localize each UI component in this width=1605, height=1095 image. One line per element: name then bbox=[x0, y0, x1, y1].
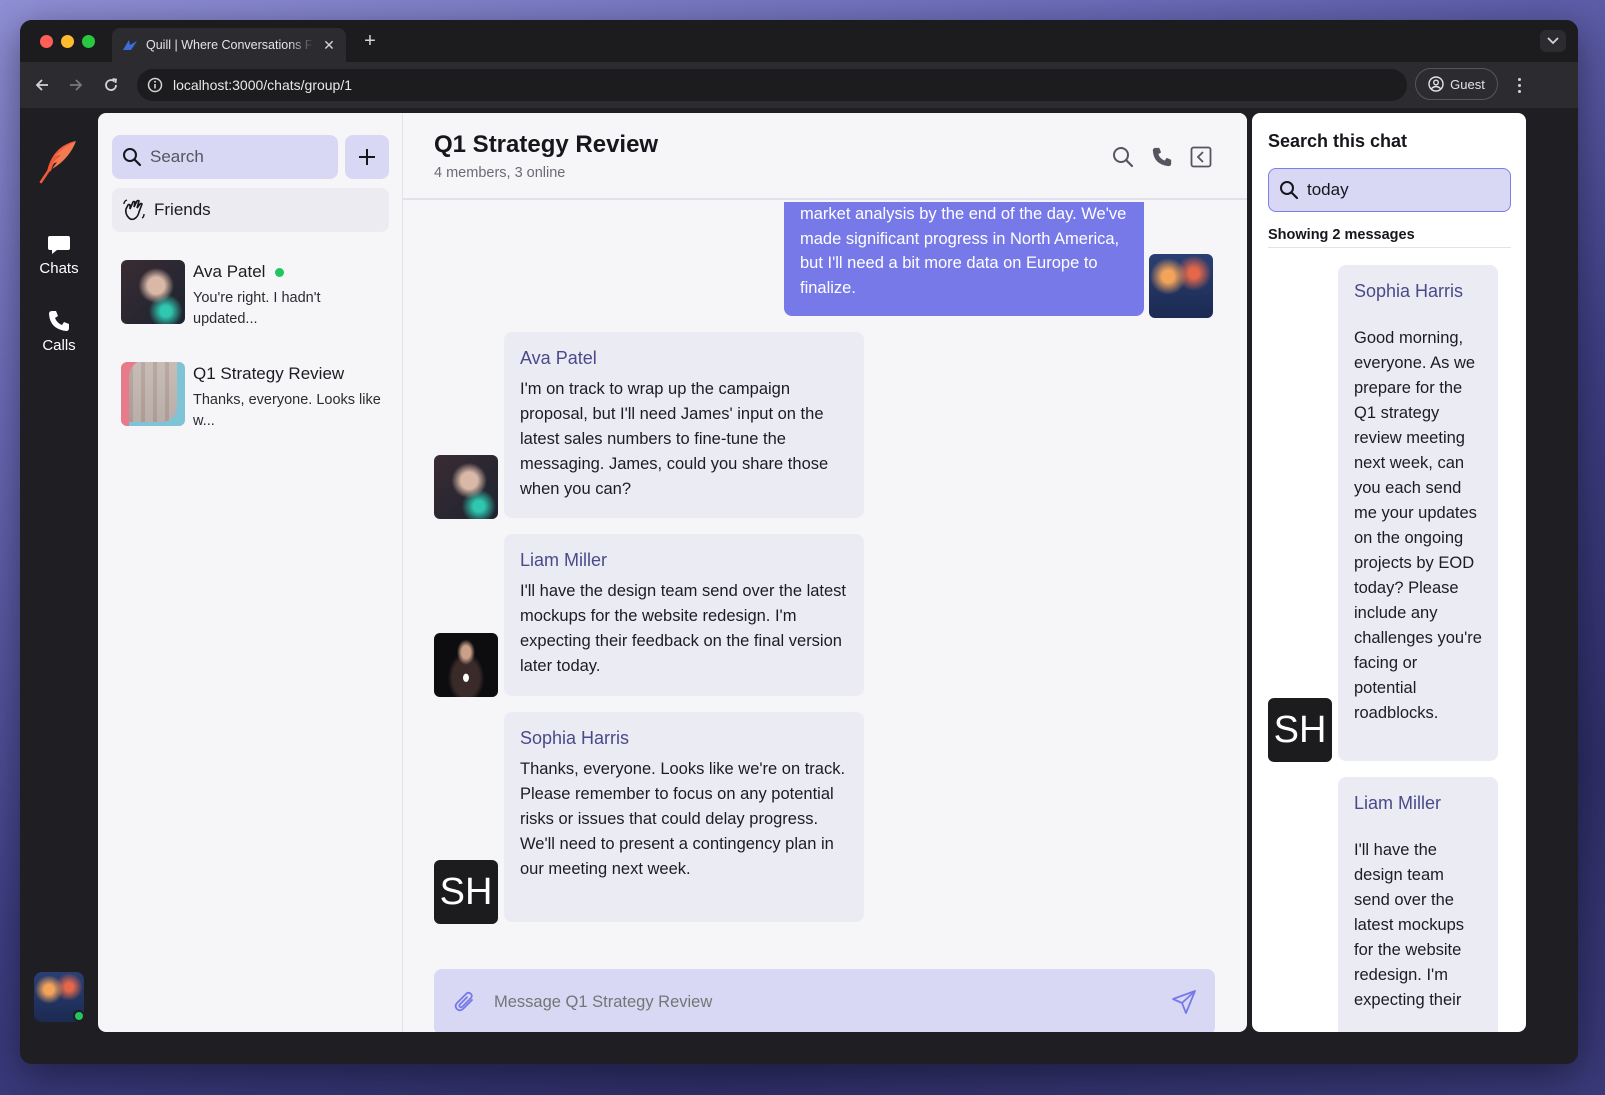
plus-icon bbox=[359, 149, 375, 165]
chat-member-count: 4 members, 3 online bbox=[434, 165, 566, 181]
rail-item-chats[interactable]: Chats bbox=[20, 234, 98, 277]
message-text: Good morning, everyone. As we prepare fo… bbox=[1354, 329, 1482, 722]
avatar: SH bbox=[1268, 698, 1332, 762]
browser-menu-button[interactable] bbox=[1511, 74, 1527, 96]
chat-header: Q1 Strategy Review 4 members, 3 online bbox=[403, 113, 1247, 200]
conversation-preview: Thanks, everyone. Looks like w... bbox=[193, 392, 381, 429]
reload-button[interactable] bbox=[99, 73, 123, 97]
search-result[interactable]: Sophia Harris Good morning, everyone. As… bbox=[1338, 265, 1498, 761]
conversation-item[interactable]: Q1 Strategy Review Thanks, everyone. Loo… bbox=[121, 362, 386, 432]
friends-button[interactable]: Friends bbox=[112, 188, 389, 232]
close-window-button[interactable] bbox=[40, 35, 53, 48]
message-text: market analysis by the end of the day. W… bbox=[800, 205, 1127, 297]
chat-title: Q1 Strategy Review bbox=[434, 131, 659, 158]
chevron-down-icon bbox=[1547, 37, 1559, 45]
own-message-bubble: market analysis by the end of the day. W… bbox=[784, 202, 1144, 316]
conversation-sidebar: Search Friends Ava Patel You're right. I… bbox=[98, 113, 403, 1032]
avatar bbox=[1149, 254, 1213, 318]
avatar bbox=[121, 260, 185, 324]
maximize-window-button[interactable] bbox=[82, 35, 95, 48]
message-input[interactable] bbox=[494, 992, 1171, 1012]
app-root: Chats Calls Search Friends Ava Patel You… bbox=[20, 108, 1578, 1064]
conversation-search[interactable]: Search bbox=[112, 135, 338, 179]
reload-icon bbox=[105, 78, 118, 91]
toggle-panel-button[interactable] bbox=[1189, 145, 1213, 169]
tab-close-icon[interactable]: ✕ bbox=[322, 37, 336, 54]
message-bubble: Liam Miller I'll have the design team se… bbox=[504, 534, 864, 696]
conversation-item[interactable]: Ava Patel You're right. I hadn't updated… bbox=[121, 260, 386, 330]
chat-panel: Q1 Strategy Review 4 members, 3 online m… bbox=[403, 113, 1247, 1032]
search-icon bbox=[123, 148, 142, 167]
avatar bbox=[434, 633, 498, 697]
nav-rail: Chats Calls bbox=[20, 108, 98, 1064]
message-sender: Sophia Harris bbox=[1354, 281, 1464, 301]
profile-button[interactable]: Guest bbox=[1415, 68, 1498, 100]
chat-search-button[interactable] bbox=[1111, 145, 1135, 169]
collapse-panel-icon bbox=[1190, 146, 1212, 168]
friends-label: Friends bbox=[154, 200, 211, 219]
window-controls bbox=[40, 35, 95, 48]
new-tab-button[interactable]: + bbox=[358, 30, 382, 53]
phone-icon bbox=[49, 311, 69, 331]
url-text: localhost:3000/chats/group/1 bbox=[173, 77, 353, 93]
search-result-count: Showing 2 messages bbox=[1268, 227, 1511, 248]
conversation-name: Q1 Strategy Review bbox=[193, 364, 345, 383]
chat-search-panel: Search this chat Showing 2 messages Soph… bbox=[1252, 113, 1526, 1032]
message-list[interactable]: market analysis by the end of the day. W… bbox=[403, 202, 1247, 942]
conversation-name: Ava Patel bbox=[193, 260, 386, 284]
phone-icon bbox=[1152, 147, 1172, 167]
message-text: I'll have the design team send over the … bbox=[520, 582, 847, 675]
rail-item-label: Calls bbox=[42, 337, 76, 354]
quill-favicon-icon bbox=[122, 38, 138, 52]
message-sender: Liam Miller bbox=[1354, 793, 1442, 813]
message-sender: Liam Miller bbox=[520, 550, 608, 570]
paperclip-icon[interactable] bbox=[452, 989, 478, 1015]
avatar: SH bbox=[434, 860, 498, 924]
minimize-window-button[interactable] bbox=[61, 35, 74, 48]
browser-window: Quill | Where Conversations F ✕ + localh… bbox=[20, 20, 1578, 1064]
online-indicator bbox=[275, 267, 285, 277]
rail-item-label: Chats bbox=[39, 260, 79, 277]
call-button[interactable] bbox=[1150, 145, 1174, 169]
new-chat-button[interactable] bbox=[345, 135, 389, 179]
chat-search-field[interactable] bbox=[1268, 168, 1511, 212]
conversation-name-text: Ava Patel bbox=[193, 262, 266, 281]
rail-item-calls[interactable]: Calls bbox=[20, 309, 98, 354]
address-bar[interactable]: localhost:3000/chats/group/1 bbox=[137, 69, 1407, 101]
message-composer bbox=[434, 969, 1215, 1032]
chat-bubble-icon bbox=[48, 236, 70, 254]
message-text: I'll have the design team send over the … bbox=[1354, 841, 1465, 1009]
message-sender: Sophia Harris bbox=[520, 728, 630, 748]
arrow-right-icon bbox=[70, 79, 83, 91]
message-bubble: Ava Patel I'm on track to wrap up the ca… bbox=[504, 332, 864, 518]
conversation-preview: You're right. I hadn't updated... bbox=[193, 290, 321, 327]
send-icon[interactable] bbox=[1171, 989, 1197, 1015]
tab-search-button[interactable] bbox=[1540, 30, 1566, 52]
browser-tab[interactable]: Quill | Where Conversations F ✕ bbox=[112, 28, 346, 62]
online-status-indicator bbox=[73, 1010, 85, 1022]
browser-toolbar: localhost:3000/chats/group/1 Guest bbox=[20, 62, 1578, 108]
search-icon bbox=[1280, 181, 1299, 200]
user-circle-icon bbox=[1428, 76, 1444, 92]
message-text: I'm on track to wrap up the campaign pro… bbox=[520, 380, 829, 498]
message-bubble: Sophia Harris Thanks, everyone. Looks li… bbox=[504, 712, 864, 922]
search-placeholder: Search bbox=[150, 147, 204, 166]
search-result[interactable]: Liam Miller I'll have the design team se… bbox=[1338, 777, 1498, 1032]
forward-button[interactable] bbox=[64, 73, 88, 97]
back-button[interactable] bbox=[30, 73, 54, 97]
tab-bar: Quill | Where Conversations F ✕ + bbox=[20, 20, 1578, 62]
chat-search-input[interactable] bbox=[1307, 180, 1487, 200]
search-panel-title: Search this chat bbox=[1268, 131, 1408, 151]
site-info-icon[interactable] bbox=[147, 77, 163, 93]
tab-title: Quill | Where Conversations F bbox=[146, 38, 313, 52]
avatar bbox=[121, 362, 185, 426]
search-icon bbox=[1113, 147, 1134, 168]
profile-label: Guest bbox=[1450, 76, 1485, 92]
waving-hand-icon bbox=[123, 199, 145, 221]
quill-logo-icon[interactable] bbox=[38, 138, 80, 184]
avatar bbox=[434, 455, 498, 519]
arrow-left-icon bbox=[35, 79, 48, 91]
message-sender: Ava Patel bbox=[520, 348, 597, 368]
message-text: Thanks, everyone. Looks like we're on tr… bbox=[520, 760, 846, 878]
